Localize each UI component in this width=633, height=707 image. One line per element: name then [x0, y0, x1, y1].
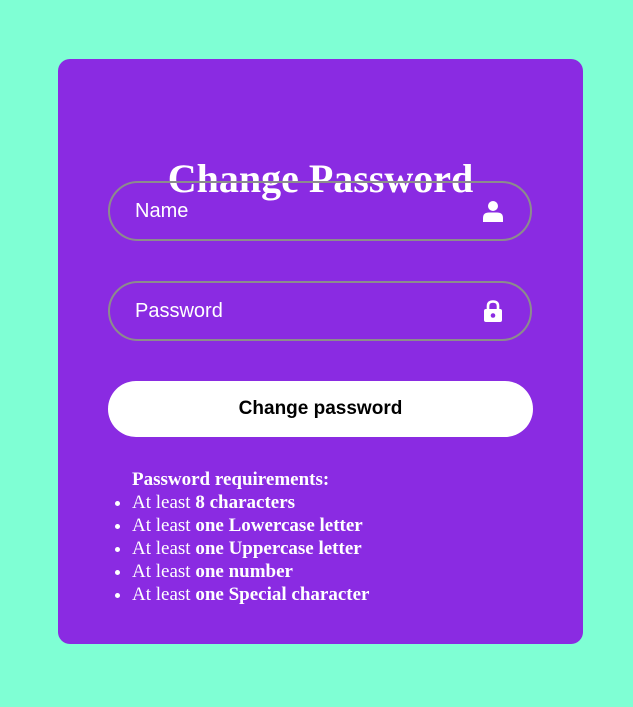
- requirements-heading: Password requirements:: [132, 469, 330, 490]
- requirement-item: At least 8 characters: [132, 491, 369, 514]
- requirement-emphasis: 8 characters: [195, 492, 296, 513]
- requirement-prefix: At least: [132, 515, 191, 536]
- requirement-emphasis: one Uppercase letter: [195, 538, 362, 559]
- requirement-item: At least one Uppercase letter: [132, 537, 369, 560]
- lock-icon: [482, 299, 504, 323]
- requirement-item: At least one number: [132, 560, 369, 583]
- requirement-prefix: At least: [132, 538, 191, 559]
- requirements-list: At least 8 characters At least one Lower…: [114, 491, 369, 606]
- password-input[interactable]: [110, 283, 530, 339]
- requirement-emphasis: one Lowercase letter: [195, 515, 363, 536]
- requirement-item: At least one Special character: [132, 583, 369, 606]
- user-icon: [482, 199, 504, 223]
- change-password-card: Change Password Change password Password…: [58, 59, 583, 644]
- requirement-emphasis: one number: [195, 561, 293, 582]
- change-password-button[interactable]: Change password: [108, 381, 533, 437]
- name-field[interactable]: [108, 181, 532, 241]
- requirement-prefix: At least: [132, 561, 191, 582]
- requirement-prefix: At least: [132, 492, 191, 513]
- password-requirements: Password requirements: At least 8 charac…: [114, 468, 369, 606]
- password-field[interactable]: [108, 281, 532, 341]
- name-input[interactable]: [110, 183, 530, 239]
- requirement-emphasis: one Special character: [195, 584, 370, 605]
- requirement-prefix: At least: [132, 584, 191, 605]
- requirement-item: At least one Lowercase letter: [132, 514, 369, 537]
